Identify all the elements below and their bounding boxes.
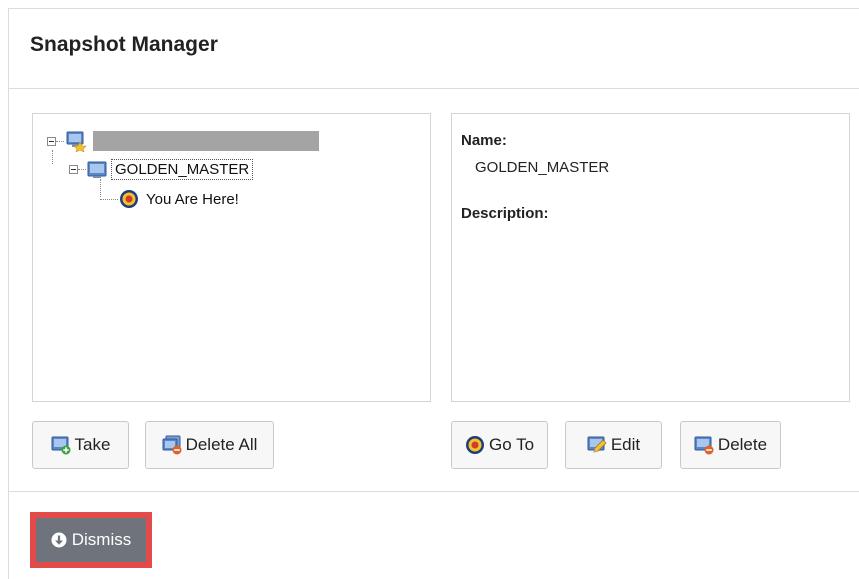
delete-all-button[interactable]: Delete All [145, 421, 274, 469]
dismiss-highlight: Dismiss [30, 512, 152, 568]
edit-button-label: Edit [610, 435, 641, 454]
snapshot-details-panel: Name: GOLDEN_MASTER Description: [451, 113, 850, 402]
edit-button[interactable]: Edit [565, 421, 662, 469]
go-to-button[interactable]: Go To [451, 421, 548, 469]
arrow-down-circle-icon [51, 532, 67, 548]
name-value: GOLDEN_MASTER [475, 159, 610, 176]
take-snapshot-icon [51, 435, 71, 455]
tree-node-you-are-here[interactable]: You Are Here! [100, 189, 242, 209]
delete-all-snapshots-icon [162, 435, 182, 455]
vm-host-icon [65, 130, 87, 152]
you-are-here-label[interactable]: You Are Here! [143, 190, 242, 209]
go-to-button-label: Go To [488, 435, 535, 454]
delete-snapshot-icon [694, 435, 714, 455]
tree-node-snapshot[interactable]: GOLDEN_MASTER [69, 159, 254, 180]
edit-snapshot-icon [587, 435, 607, 455]
dismiss-button[interactable]: Dismiss [36, 518, 146, 562]
description-label: Description: [461, 205, 549, 222]
take-button-label: Take [74, 435, 111, 454]
footer-divider [9, 491, 859, 492]
target-icon [119, 189, 139, 209]
delete-button[interactable]: Delete [680, 421, 781, 469]
delete-button-label: Delete [717, 435, 768, 454]
target-icon [465, 435, 485, 455]
dialog-title: Snapshot Manager [30, 33, 218, 56]
snapshot-tree-panel: GOLDEN_MASTER You Are Here! [32, 113, 431, 402]
tree-node-host[interactable] [47, 130, 319, 152]
dismiss-button-label: Dismiss [71, 530, 132, 549]
take-button[interactable]: Take [32, 421, 129, 469]
snapshot-icon [87, 160, 107, 180]
dialog-header: Snapshot Manager [9, 9, 859, 89]
delete-all-button-label: Delete All [185, 435, 258, 454]
name-label: Name: [461, 132, 507, 149]
snapshot-node-label[interactable]: GOLDEN_MASTER [111, 159, 254, 180]
collapse-toggle-icon[interactable] [69, 165, 78, 174]
snapshot-manager-dialog: Snapshot Manager GOLDEN_MASTER You Are H… [8, 8, 859, 579]
collapse-toggle-icon[interactable] [47, 136, 56, 146]
host-name-redacted[interactable] [93, 131, 319, 151]
